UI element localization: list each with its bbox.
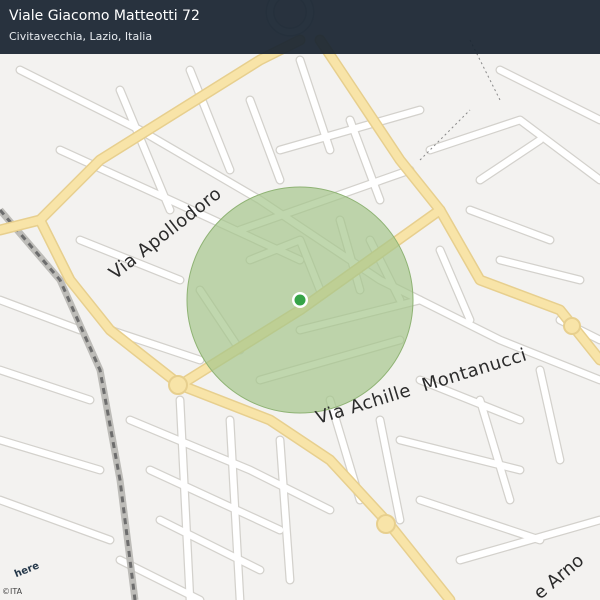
location-subtitle: Civitavecchia, Lazio, Italia [9,30,153,43]
copyright-text: ©ITA [2,587,23,596]
location-header: Viale Giacomo Matteotti 72 Civitavecchia… [0,0,600,54]
map-canvas[interactable]: Via Apollodoro Via Achille Montanucci e … [0,0,600,600]
location-title: Viale Giacomo Matteotti 72 [9,8,200,24]
location-marker[interactable] [294,294,306,306]
here-logo: here [10,560,41,582]
